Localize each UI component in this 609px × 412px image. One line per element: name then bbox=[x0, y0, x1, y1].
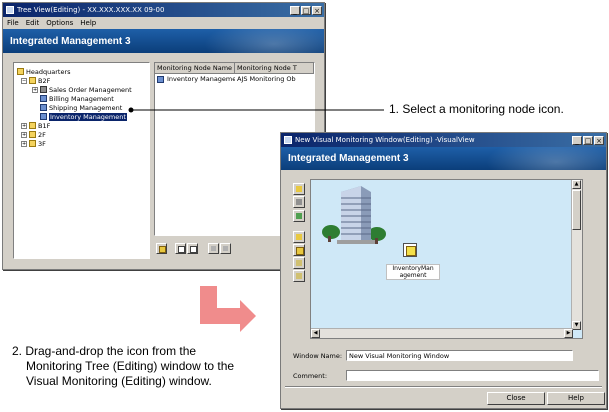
node-icon bbox=[296, 234, 302, 240]
visual-canvas[interactable]: InventoryMan agement ▲ ▼ ◀ ▶ bbox=[310, 179, 583, 339]
leader-dot bbox=[128, 107, 134, 113]
scroll-up-icon[interactable]: ▲ bbox=[572, 180, 581, 189]
window-name-label: Window Name: bbox=[293, 352, 343, 360]
select-tool-button[interactable] bbox=[293, 183, 305, 195]
delete-tool-button[interactable] bbox=[293, 196, 305, 208]
delete-icon bbox=[296, 199, 302, 205]
vertical-scroll-thumb[interactable] bbox=[572, 190, 581, 230]
node-tool-button[interactable] bbox=[293, 231, 305, 243]
step1-annotation: 1. Select a monitoring node icon. bbox=[389, 102, 564, 116]
scroll-down-icon[interactable]: ▼ bbox=[572, 321, 581, 330]
step2-annotation: 2. Drag-and-drop the icon from the Monit… bbox=[12, 344, 234, 389]
divider bbox=[285, 386, 602, 388]
image-icon bbox=[296, 213, 302, 219]
link-tool-button[interactable] bbox=[293, 257, 305, 269]
visual-window-title: New Visual Monitoring Window(Editing) -V… bbox=[295, 136, 475, 144]
app-icon bbox=[284, 136, 292, 144]
step2-line-1: 2. Drag-and-drop the icon from the bbox=[12, 344, 197, 358]
step2-line-2: Monitoring Tree (Editing) window to the bbox=[26, 359, 235, 373]
close-button[interactable]: × bbox=[594, 135, 604, 145]
inventory-node-label: InventoryMan agement bbox=[386, 264, 440, 280]
inventory-node-icon[interactable] bbox=[403, 243, 417, 257]
group-tool-button[interactable] bbox=[293, 244, 305, 256]
maximize-button[interactable]: □ bbox=[583, 135, 593, 145]
visual-window-titlebar[interactable]: New Visual Monitoring Window(Editing) -V… bbox=[281, 133, 606, 147]
scroll-right-icon[interactable]: ▶ bbox=[564, 329, 573, 338]
scroll-left-icon[interactable]: ◀ bbox=[311, 329, 320, 338]
help-button[interactable]: Help bbox=[547, 392, 605, 405]
visual-monitoring-window: New Visual Monitoring Window(Editing) -V… bbox=[280, 132, 607, 409]
product-banner: Integrated Management 3 bbox=[281, 147, 606, 170]
horizontal-scrollbar[interactable]: ◀ ▶ bbox=[311, 328, 573, 338]
step2-line-3: Visual Monitoring (Editing) window. bbox=[26, 374, 212, 388]
select-icon bbox=[296, 186, 302, 192]
minimize-button[interactable]: _ bbox=[572, 135, 582, 145]
copy-tool-button[interactable] bbox=[293, 270, 305, 282]
comment-field[interactable] bbox=[346, 370, 599, 381]
copy-icon bbox=[296, 273, 302, 279]
building-image bbox=[322, 186, 386, 244]
link-icon bbox=[296, 260, 302, 266]
window-name-field[interactable]: New Visual Monitoring Window bbox=[346, 350, 573, 361]
vertical-scrollbar[interactable]: ▲ ▼ bbox=[571, 180, 582, 330]
node-icon bbox=[406, 246, 416, 256]
drag-arrow-icon bbox=[200, 286, 256, 332]
close-dialog-button[interactable]: Close bbox=[487, 392, 545, 405]
image-tool-button[interactable] bbox=[293, 210, 305, 222]
comment-label: Comment: bbox=[293, 372, 328, 380]
group-icon bbox=[296, 247, 304, 255]
